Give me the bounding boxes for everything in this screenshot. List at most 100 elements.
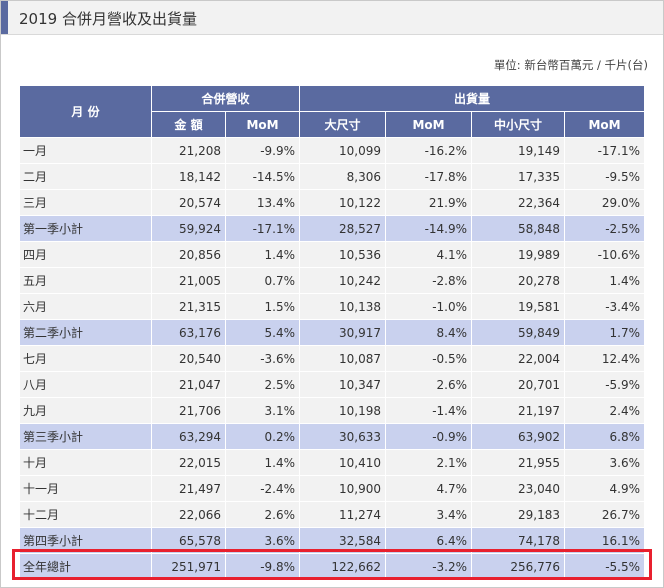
large-size-cell: 8,306 [299, 163, 387, 190]
large-mom-cell: 3.4% [385, 501, 473, 528]
small-medium-mom-cell: -10.6% [564, 241, 646, 268]
large-mom-cell: -16.2% [385, 137, 473, 164]
amount-mom-cell: 1.4% [224, 241, 301, 268]
large-size-cell: 32,584 [299, 527, 387, 554]
amount-cell: 21,047 [151, 371, 226, 398]
small-medium-cell: 58,848 [471, 215, 566, 242]
large-size-cell: 122,662 [299, 553, 387, 580]
large-mom-cell: 21.9% [385, 189, 473, 216]
table-body: 一月 21,208 -9.9% 10,099 -16.2% 19,149 -17.1% 二月 1… [19, 137, 646, 580]
row-label: 全年總計 [19, 553, 152, 580]
small-medium-cell: 74,178 [471, 527, 566, 554]
small-medium-cell: 21,197 [471, 397, 566, 424]
amount-cell: 20,574 [151, 189, 226, 216]
small-medium-mom-cell: 2.4% [564, 397, 646, 424]
amount-mom-cell: 0.7% [224, 267, 301, 294]
large-mom-cell: -1.4% [385, 397, 473, 424]
row-label: 四月 [19, 241, 152, 268]
large-size-cell: 10,122 [299, 189, 387, 216]
amount-cell: 22,066 [151, 501, 226, 528]
amount-cell: 22,015 [151, 449, 226, 476]
row-label: 九月 [19, 397, 152, 424]
large-size-cell: 30,917 [299, 319, 387, 346]
large-mom-cell: -0.9% [385, 423, 473, 450]
row-label: 十月 [19, 449, 152, 476]
large-size-cell: 10,099 [299, 137, 387, 164]
large-mom-cell: -1.0% [385, 293, 473, 320]
small-medium-cell: 20,278 [471, 267, 566, 294]
revenue-shipment-table: 月 份 合併營收 出貨量 金 額 MoM 大尺寸 MoM 中小尺寸 MoM 一月… [19, 85, 646, 580]
small-medium-cell: 19,989 [471, 241, 566, 268]
large-size-cell: 10,138 [299, 293, 387, 320]
month-row: 三月 20,574 13.4% 10,122 21.9% 22,364 29.0% [19, 189, 646, 216]
row-label: 第一季小計 [19, 215, 152, 242]
large-size-cell: 11,274 [299, 501, 387, 528]
large-mom-cell: -2.8% [385, 267, 473, 294]
amount-mom-cell: 0.2% [224, 423, 301, 450]
large-size-cell: 10,347 [299, 371, 387, 398]
large-mom-cell: -17.8% [385, 163, 473, 190]
header-amount-mom: MoM [224, 111, 301, 138]
month-row: 一月 21,208 -9.9% 10,099 -16.2% 19,149 -17.1% [19, 137, 646, 164]
row-label: 十二月 [19, 501, 152, 528]
month-row: 二月 18,142 -14.5% 8,306 -17.8% 17,335 -9.5% [19, 163, 646, 190]
row-label: 第四季小計 [19, 527, 152, 554]
small-medium-cell: 29,183 [471, 501, 566, 528]
amount-mom-cell: 2.5% [224, 371, 301, 398]
quarter-subtotal-row: 第四季小計 65,578 3.6% 32,584 6.4% 74,178 16.1% [19, 527, 646, 554]
row-label: 六月 [19, 293, 152, 320]
amount-cell: 21,208 [151, 137, 226, 164]
large-mom-cell: 6.4% [385, 527, 473, 554]
large-mom-cell: -0.5% [385, 345, 473, 372]
small-medium-cell: 23,040 [471, 475, 566, 502]
large-mom-cell: -14.9% [385, 215, 473, 242]
row-label: 八月 [19, 371, 152, 398]
small-medium-mom-cell: -2.5% [564, 215, 646, 242]
small-medium-mom-cell: -5.9% [564, 371, 646, 398]
large-mom-cell: -3.2% [385, 553, 473, 580]
header-shipment-group: 出貨量 [299, 85, 646, 112]
amount-cell: 59,924 [151, 215, 226, 242]
small-medium-mom-cell: -17.1% [564, 137, 646, 164]
month-row: 七月 20,540 -3.6% 10,087 -0.5% 22,004 12.4% [19, 345, 646, 372]
large-size-cell: 10,242 [299, 267, 387, 294]
amount-cell: 63,294 [151, 423, 226, 450]
amount-mom-cell: -9.9% [224, 137, 301, 164]
small-medium-cell: 19,581 [471, 293, 566, 320]
title-accent-bar [1, 1, 8, 34]
small-medium-cell: 20,701 [471, 371, 566, 398]
small-medium-cell: 17,335 [471, 163, 566, 190]
header-large-mom: MoM [385, 111, 473, 138]
large-mom-cell: 4.7% [385, 475, 473, 502]
large-size-cell: 28,527 [299, 215, 387, 242]
amount-mom-cell: -9.8% [224, 553, 301, 580]
small-medium-mom-cell: 3.6% [564, 449, 646, 476]
small-medium-cell: 19,149 [471, 137, 566, 164]
quarter-subtotal-row: 第一季小計 59,924 -17.1% 28,527 -14.9% 58,848 -2.5% [19, 215, 646, 242]
amount-cell: 65,578 [151, 527, 226, 554]
small-medium-mom-cell: 1.4% [564, 267, 646, 294]
unit-note: 單位: 新台幣百萬元 / 千片(台) [493, 58, 648, 72]
amount-cell: 20,540 [151, 345, 226, 372]
month-row: 六月 21,315 1.5% 10,138 -1.0% 19,581 -3.4% [19, 293, 646, 320]
small-medium-mom-cell: 29.0% [564, 189, 646, 216]
month-row: 四月 20,856 1.4% 10,536 4.1% 19,989 -10.6% [19, 241, 646, 268]
amount-mom-cell: 5.4% [224, 319, 301, 346]
quarter-subtotal-row: 第二季小計 63,176 5.4% 30,917 8.4% 59,849 1.7% [19, 319, 646, 346]
row-label: 七月 [19, 345, 152, 372]
amount-cell: 21,497 [151, 475, 226, 502]
amount-cell: 63,176 [151, 319, 226, 346]
large-size-cell: 10,087 [299, 345, 387, 372]
amount-mom-cell: 1.4% [224, 449, 301, 476]
row-label: 一月 [19, 137, 152, 164]
amount-mom-cell: 13.4% [224, 189, 301, 216]
month-row: 八月 21,047 2.5% 10,347 2.6% 20,701 -5.9% [19, 371, 646, 398]
small-medium-cell: 22,364 [471, 189, 566, 216]
small-medium-mom-cell: -9.5% [564, 163, 646, 190]
small-medium-cell: 63,902 [471, 423, 566, 450]
amount-cell: 21,005 [151, 267, 226, 294]
large-size-cell: 10,536 [299, 241, 387, 268]
amount-mom-cell: -2.4% [224, 475, 301, 502]
annual-total-row: 全年總計 251,971 -9.8% 122,662 -3.2% 256,776 -5.5% [19, 553, 646, 580]
small-medium-mom-cell: -5.5% [564, 553, 646, 580]
